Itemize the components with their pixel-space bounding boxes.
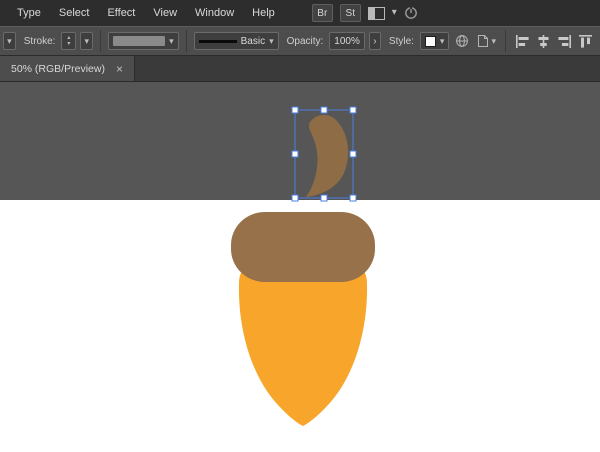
control-bar: ▾ Stroke: ▴ ▾ ▾ ▾ Basic ▾ Opacity: 100% … (0, 26, 600, 56)
stroke-label: Stroke: (23, 35, 56, 47)
menu-type[interactable]: Type (8, 7, 50, 19)
opacity-value: 100% (334, 35, 360, 47)
separator (185, 30, 187, 52)
separator (100, 30, 102, 52)
graphic-style-dropdown[interactable]: ▾ (419, 32, 450, 50)
align-top-icon[interactable] (578, 34, 593, 48)
document-tab-title: 50% (RGB/Preview) (11, 62, 105, 75)
graphic-style-swatch (424, 35, 436, 47)
stroke-style-dropdown[interactable]: Basic ▾ (193, 32, 279, 50)
document-setup-button[interactable]: ▾ (475, 32, 498, 50)
opacity-label: Opacity: (286, 35, 324, 47)
workspace-pane (368, 7, 375, 19)
menu-help[interactable]: Help (243, 7, 284, 19)
selection-handle[interactable] (349, 106, 357, 114)
chevron-down-icon: ▾ (7, 35, 12, 46)
align-center-icon[interactable] (536, 34, 551, 48)
opacity-dropdown[interactable]: 100% (329, 32, 365, 50)
selection-handle[interactable] (291, 150, 299, 158)
menu-bar-icons: Br St ▾ (311, 4, 418, 22)
document-tab-bar: 50% (RGB/Preview) × (0, 56, 600, 82)
stroke-style-name: Basic (240, 35, 266, 47)
chevron-down-icon: ▾ (269, 35, 274, 46)
selection-handle[interactable] (349, 150, 357, 158)
stock-button[interactable]: St (339, 4, 361, 22)
align-right-icon[interactable] (557, 34, 572, 48)
menu-select[interactable]: Select (50, 7, 99, 19)
selection-handle[interactable] (291, 106, 299, 114)
opacity-options-button[interactable]: › (368, 32, 381, 50)
chevron-down-icon: ▾ (169, 35, 174, 46)
selection-handle[interactable] (291, 194, 299, 202)
menu-bar: Type Select Effect View Window Help Br S… (0, 0, 600, 26)
brush-definition-dropdown[interactable]: ▾ (108, 32, 179, 50)
tab-close-button[interactable]: × (116, 62, 123, 76)
pasteboard[interactable] (0, 82, 600, 200)
menu-window[interactable]: Window (186, 7, 243, 19)
canvas-area[interactable] (0, 82, 600, 452)
stroke-weight-dropdown[interactable]: ▾ (80, 32, 94, 50)
align-left-icon[interactable] (515, 34, 530, 48)
globe-icon (456, 35, 469, 47)
stepper-down-icon: ▾ (67, 41, 71, 47)
variable-width-dropdown[interactable]: ▾ (3, 32, 16, 50)
align-buttons (502, 30, 597, 52)
style-label: Style: (388, 35, 414, 47)
document-icon (478, 35, 489, 47)
selection-handle[interactable] (349, 194, 357, 202)
gpu-performance-icon[interactable] (404, 6, 418, 20)
workspace-switcher-icon[interactable] (367, 6, 385, 20)
brush-preview-swatch (113, 36, 166, 46)
chevron-down-icon: ▾ (491, 35, 496, 46)
stroke-weight-stepper[interactable]: ▴ ▾ (61, 32, 77, 50)
canvas-svg (0, 82, 600, 452)
separator (505, 30, 506, 52)
selection-handle[interactable] (320, 194, 328, 202)
document-setup-globe-button[interactable] (453, 32, 471, 50)
acorn-cap-shape[interactable] (231, 212, 375, 282)
chevron-down-icon: ▾ (439, 35, 445, 46)
stroke-line-preview (198, 39, 237, 43)
menu-effect[interactable]: Effect (98, 7, 144, 19)
selection-handle[interactable] (320, 106, 328, 114)
chevron-down-icon[interactable]: ▾ (392, 8, 397, 18)
bridge-button[interactable]: Br (311, 4, 333, 22)
document-tab[interactable]: 50% (RGB/Preview) × (0, 56, 135, 81)
chevron-down-icon: ▾ (84, 35, 89, 46)
menu-view[interactable]: View (144, 7, 186, 19)
